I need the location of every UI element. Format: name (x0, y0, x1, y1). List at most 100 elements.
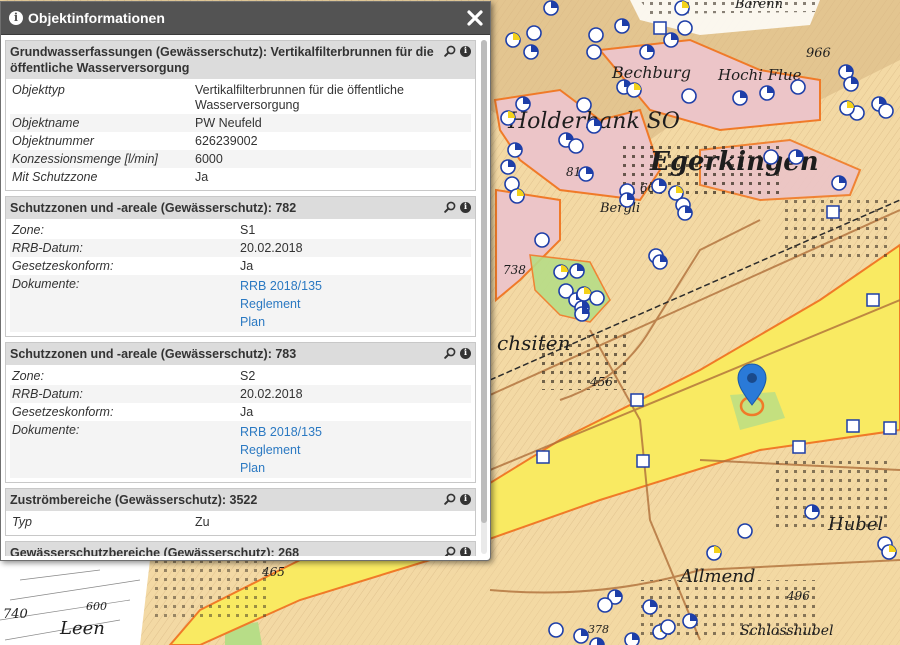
attr-row: Konzessionsmenge [l/min] 6000 (10, 150, 471, 168)
attr-row: Zone: S1 (10, 221, 471, 239)
well-symbol-icon[interactable] (586, 44, 602, 60)
section-title-text: Gewässerschutzbereiche (Gewässerschutz):… (10, 546, 300, 556)
well-symbol-icon[interactable] (568, 138, 584, 154)
monitoring-point-icon[interactable] (826, 205, 840, 219)
zoom-to-icon[interactable] (444, 347, 456, 359)
section-title: Schutzzonen und -areale (Gewässerschutz)… (6, 197, 475, 219)
info-icon: i (9, 11, 23, 25)
info-icon[interactable]: i (460, 201, 471, 213)
attr-row: Gesetzeskonform: Ja (10, 403, 471, 421)
map-label-elev-378: 378 (588, 623, 609, 636)
attr-row: Dokumente: RRB 2018/135 Reglement Plan (10, 421, 471, 478)
info-icon[interactable]: i (460, 546, 471, 556)
well-symbol-icon[interactable] (597, 597, 613, 613)
close-icon[interactable] (466, 8, 484, 28)
zoom-to-icon[interactable] (444, 493, 456, 505)
map-label-elev-496: 496 (786, 589, 810, 603)
monitoring-point-icon[interactable] (630, 393, 644, 407)
attr-key: RRB-Datum: (12, 240, 83, 255)
well-symbol-icon[interactable] (677, 20, 693, 36)
attr-row: Objektname PW Neufeld (10, 114, 471, 132)
document-link-reglement[interactable]: Reglement (240, 441, 469, 459)
monitoring-point-icon[interactable] (536, 450, 550, 464)
attr-key: Typ (12, 514, 32, 529)
monitoring-point-icon[interactable] (636, 454, 650, 468)
attr-key: Dokumente: (12, 422, 80, 437)
well-symbol-icon[interactable] (576, 97, 592, 113)
attr-key: Zone: (12, 368, 44, 383)
section-title-text: Zuströmbereiche (Gewässerschutz): 3522 (10, 493, 258, 507)
well-symbol-icon[interactable] (681, 88, 697, 104)
attr-row: Objekttyp Vertikalfilterbrunnen für die ö… (10, 81, 471, 114)
attr-value: Ja (240, 258, 254, 273)
popup-body[interactable]: Grundwasserfassungen (Gewässerschutz): V… (5, 40, 476, 556)
attr-value: Ja (195, 169, 209, 184)
attr-row: Dokumente: RRB 2018/135 Reglement Plan (10, 275, 471, 332)
monitoring-point-icon[interactable] (792, 440, 806, 454)
map-label-leen: Leen (59, 618, 105, 639)
attr-key: Konzessionsmenge [l/min] (12, 151, 158, 166)
monitoring-point-icon[interactable] (653, 21, 667, 35)
well-symbol-icon[interactable] (737, 523, 753, 539)
attr-value: 20.02.2018 (240, 240, 303, 255)
well-symbol-icon[interactable] (878, 103, 894, 119)
attr-value: 20.02.2018 (240, 386, 303, 401)
attr-value: Vertikalfilterbrunnen für die öffentlich… (195, 82, 404, 112)
well-symbol-icon[interactable] (589, 290, 605, 306)
map-label-elev-966: 966 (806, 46, 831, 61)
document-link-plan[interactable]: Plan (240, 459, 469, 477)
document-link-plan[interactable]: Plan (240, 313, 469, 331)
zoom-to-icon[interactable] (444, 45, 456, 57)
attr-key: Dokumente: (12, 276, 80, 291)
zoom-to-icon[interactable] (444, 546, 456, 556)
well-symbol-icon[interactable] (526, 25, 542, 41)
monitoring-point-icon[interactable] (883, 421, 897, 435)
well-symbol-icon[interactable] (534, 232, 550, 248)
section-grundwasserfassungen: Grundwasserfassungen (Gewässerschutz): V… (5, 40, 476, 191)
map-label-bechburg: Bechburg (611, 63, 691, 82)
well-symbol-icon[interactable] (548, 622, 564, 638)
well-symbol-icon[interactable] (588, 27, 604, 43)
info-icon[interactable]: i (460, 347, 471, 359)
section-schutzzonen-782: Schutzzonen und -areale (Gewässerschutz)… (5, 196, 476, 337)
well-symbol-icon[interactable] (790, 79, 806, 95)
document-link-rrb[interactable]: RRB 2018/135 (240, 277, 469, 295)
attr-value: S1 (240, 222, 256, 237)
map-label-elev-465: 465 (261, 565, 285, 579)
map-label-oensingen: chsiten (497, 331, 571, 355)
map-label-hubel: Hubel (827, 514, 883, 535)
map-label-elev-456: 456 (589, 375, 613, 389)
section-zustroembereiche: Zuströmbereiche (Gewässerschutz): 3522 i… (5, 488, 476, 536)
map-label-barenn: Barenn (734, 0, 783, 12)
section-schutzzonen-783: Schutzzonen und -areale (Gewässerschutz)… (5, 342, 476, 483)
section-title-text: Schutzzonen und -areale (Gewässerschutz)… (10, 347, 297, 361)
map-label-elev-600: 600 (86, 600, 107, 613)
map-label-allmend: Allmend (678, 566, 755, 587)
attr-key: Objektname (12, 115, 80, 130)
zoom-to-icon[interactable] (444, 201, 456, 213)
scrollbar[interactable] (481, 40, 487, 554)
scrollbar-thumb[interactable] (481, 40, 487, 523)
section-title: Schutzzonen und -areale (Gewässerschutz)… (6, 343, 475, 365)
attr-row: Zone: S2 (10, 367, 471, 385)
attr-row: RRB-Datum: 20.02.2018 (10, 385, 471, 403)
section-title: Grundwasserfassungen (Gewässerschutz): V… (6, 41, 475, 79)
section-title: Gewässerschutzbereiche (Gewässerschutz):… (6, 542, 475, 556)
document-link-reglement[interactable]: Reglement (240, 295, 469, 313)
attr-value: S2 (240, 368, 256, 383)
info-icon[interactable]: i (460, 45, 471, 57)
info-icon[interactable]: i (460, 493, 471, 505)
well-symbol-icon[interactable] (660, 619, 676, 635)
section-title: Zuströmbereiche (Gewässerschutz): 3522 i (6, 489, 475, 511)
map-label-schlosshubel: Schlosshubel (740, 623, 833, 639)
monitoring-point-icon[interactable] (866, 293, 880, 307)
section-title-text: Grundwasserfassungen (Gewässerschutz): V… (10, 45, 434, 75)
attr-key: RRB-Datum: (12, 386, 83, 401)
attr-row: Objektnummer 626239002 (10, 132, 471, 150)
attr-key: Gesetzeskonform: (12, 258, 114, 273)
well-symbol-icon[interactable] (763, 149, 779, 165)
monitoring-point-icon[interactable] (846, 419, 860, 433)
close-button[interactable] (466, 8, 484, 28)
document-link-rrb[interactable]: RRB 2018/135 (240, 423, 469, 441)
attr-row: Typ Zu (10, 513, 471, 531)
